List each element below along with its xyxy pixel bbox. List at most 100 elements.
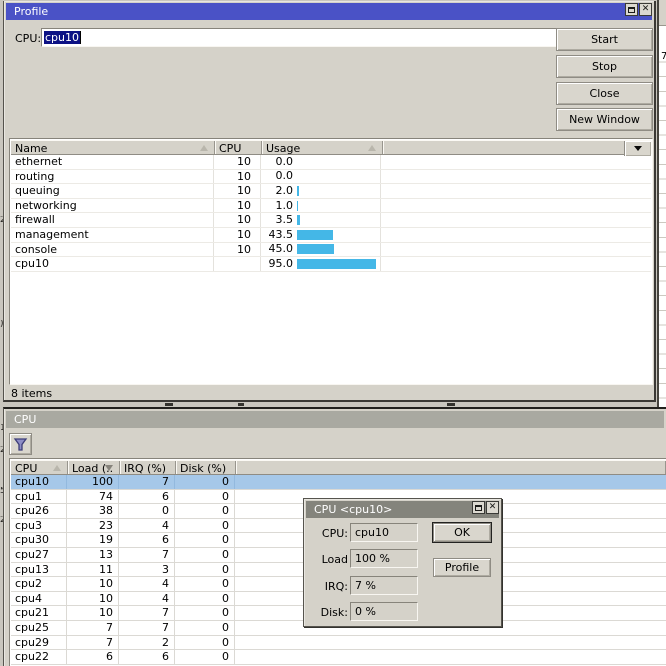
cell-disk: 0	[175, 620, 235, 635]
column-header-cpu[interactable]: CPU	[215, 141, 262, 154]
cpu-window-title: CPU	[14, 413, 37, 426]
close-window-button[interactable]: ✕	[486, 501, 499, 514]
load-value-field: 100 %	[350, 549, 418, 568]
table-row[interactable]: cpu10 95.0	[11, 257, 651, 272]
cell-load: 19	[67, 533, 119, 547]
dialog-field-label: CPU:	[321, 527, 348, 540]
filter-button[interactable]	[9, 433, 32, 455]
column-header-cpu[interactable]: CPU	[11, 461, 68, 474]
cell-load: 38	[67, 504, 119, 518]
cell-irq: 4	[119, 591, 175, 606]
table-row[interactable]: queuing 10 2.0	[11, 184, 651, 199]
cell-disk: 0	[175, 475, 235, 489]
column-header-load[interactable]: Load (..	[68, 461, 120, 474]
start-button[interactable]: Start	[556, 28, 653, 51]
cpu-combo-input[interactable]: cpu10	[41, 28, 568, 47]
table-row[interactable]: firewall 10 3.5	[11, 213, 651, 228]
cell-name: cpu10	[11, 257, 214, 271]
table-row[interactable]: cpu22 6 6 0	[11, 650, 666, 665]
ok-button[interactable]: OK	[433, 523, 491, 542]
profile-table-header: Name CPU Usage	[11, 140, 651, 156]
usage-bar	[297, 258, 376, 269]
cell-name: firewall	[11, 213, 214, 227]
cell-name: routing	[11, 169, 214, 184]
close-window-button[interactable]: ✕	[639, 3, 652, 16]
column-header-disk[interactable]: Disk (%)	[176, 461, 236, 474]
table-row[interactable]: cpu29 7 2 0	[11, 635, 666, 651]
cell-load: 10	[67, 591, 119, 606]
column-header-name[interactable]: Name	[11, 141, 215, 154]
cell-cpu: 10	[214, 184, 261, 198]
table-row[interactable]: networking 10 1.0	[11, 198, 651, 214]
cell-disk: 0	[175, 547, 235, 562]
maximize-button[interactable]	[625, 3, 638, 16]
table-row[interactable]: console 10 45.0	[11, 242, 651, 258]
cell-disk: 0	[175, 518, 235, 533]
status-bar: 8 items	[11, 387, 53, 400]
cell-irq: 7	[119, 547, 175, 562]
table-row[interactable]: ethernet 10 0.0	[11, 155, 651, 170]
close-icon: ✕	[488, 502, 497, 512]
close-button[interactable]: Close	[556, 82, 653, 105]
cell-load: 10	[67, 606, 119, 620]
cell-cpu: 10	[214, 227, 261, 242]
column-header-irq-label: IRQ (%)	[124, 462, 167, 474]
stop-button[interactable]: Stop	[556, 55, 653, 78]
cell-load: 10	[67, 577, 119, 591]
cell-disk: 0	[175, 562, 235, 577]
new-window-button-label: New Window	[569, 113, 640, 126]
usage-bar	[297, 215, 300, 226]
cell-name: console	[11, 242, 214, 257]
filter-funnel-icon	[13, 437, 28, 451]
dialog-field-label: Disk:	[320, 606, 348, 619]
cell-load: 13	[67, 547, 119, 562]
ok-button-label: OK	[454, 526, 470, 539]
column-header-spacer	[383, 141, 651, 154]
cell-disk: 0	[175, 504, 235, 518]
cell-cpu-name: cpu10	[11, 475, 67, 489]
dialog-titlebar[interactable]: CPU <cpu10>	[306, 501, 499, 518]
new-window-button[interactable]: New Window	[556, 108, 653, 131]
cell-irq: 7	[119, 606, 175, 620]
cell-irq: 6	[119, 650, 175, 664]
cpu-table-header: CPU Load (.. IRQ (%) Disk (%)	[11, 460, 666, 475]
irq-value: 7 %	[355, 579, 376, 592]
cell-load: 100	[67, 475, 119, 489]
sort-ascending-icon	[200, 145, 208, 151]
cell-usage-value: 2.0	[275, 184, 294, 197]
cell-irq: 7	[119, 475, 175, 489]
cell-usage-value: 95.0	[268, 257, 294, 270]
cpu-field-label: CPU:	[15, 32, 42, 45]
cell-cpu-name: cpu4	[11, 591, 67, 606]
start-button-label: Start	[591, 33, 618, 46]
cell-disk: 0	[175, 650, 235, 664]
cell-cpu-name: cpu21	[11, 606, 67, 620]
dropdown-arrow-icon	[634, 146, 642, 151]
usage-bar	[297, 244, 335, 255]
maximize-button[interactable]	[472, 501, 485, 514]
profile-window-titlebar[interactable]: Profile	[6, 3, 652, 20]
cpu-window-titlebar[interactable]: CPU	[6, 411, 664, 428]
cell-cpu-name: cpu26	[11, 504, 67, 518]
profile-table: Name CPU Usage ethernet 10 0.0 routing 1…	[9, 138, 653, 385]
column-header-usage-label: Usage	[266, 142, 301, 154]
cell-cpu: 10	[214, 198, 261, 213]
cell-cpu-name: cpu13	[11, 562, 67, 577]
cell-irq: 3	[119, 562, 175, 577]
cell-cpu-name: cpu1	[11, 489, 67, 504]
table-row[interactable]: routing 10 0.0	[11, 169, 651, 185]
dialog-title-text: CPU <cpu10>	[314, 503, 393, 516]
close-icon: ✕	[641, 4, 650, 14]
maximize-icon	[628, 6, 635, 13]
table-row-selected[interactable]: cpu10 100 7 0	[11, 475, 666, 490]
table-row[interactable]: management 10 43.5	[11, 227, 651, 243]
cell-load: 23	[67, 518, 119, 533]
profile-button[interactable]: Profile	[433, 558, 491, 577]
background-toolbar-sliver	[659, 0, 666, 26]
column-options-button[interactable]	[624, 141, 651, 156]
profile-window: Profile ✕ CPU: cpu10 Start Stop Close Ne…	[3, 1, 656, 402]
cell-disk: 0	[175, 591, 235, 606]
column-header-irq[interactable]: IRQ (%)	[120, 461, 176, 474]
cell-usage-value: 3.5	[275, 213, 294, 227]
column-header-usage[interactable]: Usage	[262, 141, 383, 154]
